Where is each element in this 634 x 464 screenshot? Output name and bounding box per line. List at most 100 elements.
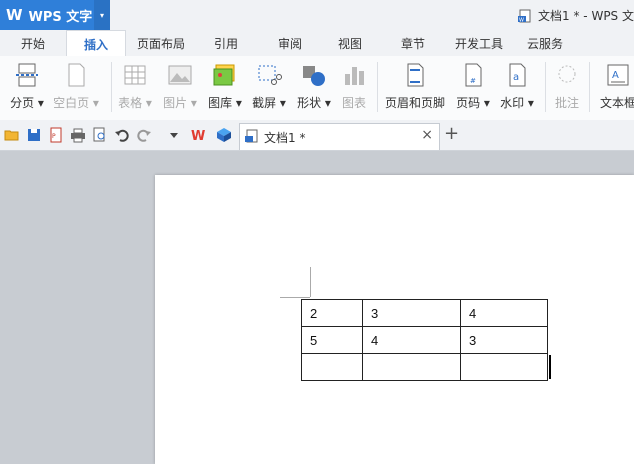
gallery-label: 图库 ▾ xyxy=(208,96,242,110)
wps-app-button[interactable]: W WPS 文字 ▾ xyxy=(0,0,110,30)
tab-home[interactable]: 开始 xyxy=(10,30,56,56)
tab-page-layout[interactable]: 页面布局 xyxy=(134,30,188,56)
tab-view[interactable]: 视图 xyxy=(330,30,370,56)
table-cell[interactable]: 3 xyxy=(362,299,461,327)
textbox-label: 文本框 xyxy=(599,96,634,110)
gallery-button[interactable]: 图库 ▾ xyxy=(205,62,245,114)
watermark-button[interactable]: a 水印 ▾ xyxy=(497,62,537,114)
page-number-button[interactable]: # 页码 ▾ xyxy=(453,62,493,114)
ribbon: 分页 ▾ 空白页 ▾ 表格 ▾ 图片 ▾ 图库 ▾ 截屏 ▾ 形状 ▾ 图表 页… xyxy=(0,56,634,121)
table-cell[interactable]: 3 xyxy=(460,326,548,354)
document-tab-label: 文档1 * xyxy=(264,131,306,145)
blank-page-label: 空白页 ▾ xyxy=(53,96,99,110)
header-footer-button[interactable]: 页眉和页脚 xyxy=(383,62,447,114)
header-footer-icon xyxy=(407,63,424,87)
svg-text:W: W xyxy=(519,17,524,23)
document-workspace[interactable]: 2 3 4 5 4 3 xyxy=(0,151,634,464)
table-cell[interactable] xyxy=(362,353,461,381)
document-icon: W xyxy=(518,9,531,23)
picture-label: 图片 ▾ xyxy=(163,96,197,110)
tab-chapter[interactable]: 章节 xyxy=(393,30,433,56)
table-cell[interactable] xyxy=(460,353,548,381)
quick-access-toolbar: P W 文档1 * × + xyxy=(0,120,634,151)
text-cursor xyxy=(549,355,551,379)
textbox-button[interactable]: A 文本框 xyxy=(596,62,634,114)
screenshot-icon xyxy=(258,65,282,85)
blank-page-icon xyxy=(68,63,85,87)
table-icon xyxy=(124,65,146,85)
page-number-icon: # xyxy=(465,63,482,87)
shapes-icon xyxy=(303,66,325,86)
comment-icon xyxy=(558,65,576,83)
comment-label: 批注 xyxy=(554,96,579,110)
page-break-icon xyxy=(16,63,38,87)
menu-bar: 开始 插入 页面布局 引用 审阅 视图 章节 开发工具 云服务 xyxy=(0,30,634,58)
table-cell[interactable]: 4 xyxy=(460,299,548,327)
app-name: WPS 文字 xyxy=(28,9,93,25)
ribbon-separator xyxy=(545,62,546,112)
print-icon[interactable] xyxy=(70,127,86,143)
document-title: 文档1 * - WPS 文 xyxy=(538,9,634,23)
margin-marker xyxy=(310,267,311,297)
wps-logo-icon: W xyxy=(6,6,23,24)
blank-page-button[interactable]: 空白页 ▾ xyxy=(50,62,102,114)
table-button[interactable]: 表格 ▾ xyxy=(116,62,154,114)
margin-marker xyxy=(280,297,310,298)
svg-text:A: A xyxy=(612,70,619,81)
table-cell[interactable]: 4 xyxy=(362,326,461,354)
redo-icon[interactable] xyxy=(136,127,152,143)
header-footer-label: 页眉和页脚 xyxy=(384,96,445,110)
ribbon-separator xyxy=(589,62,590,112)
undo-icon[interactable] xyxy=(114,127,130,143)
textbox-icon: A xyxy=(607,64,629,86)
open-folder-icon[interactable] xyxy=(4,127,20,143)
close-tab-icon[interactable]: × xyxy=(421,127,433,143)
screenshot-label: 截屏 ▾ xyxy=(252,96,286,110)
wps-home-icon[interactable]: W xyxy=(190,127,206,143)
document-tab[interactable]: 文档1 * × xyxy=(239,123,440,150)
svg-text:a: a xyxy=(513,72,519,83)
picture-icon xyxy=(168,65,192,85)
table-row xyxy=(301,353,548,381)
ribbon-separator xyxy=(111,62,112,112)
cloud-cube-icon[interactable] xyxy=(216,127,232,143)
document-icon xyxy=(245,129,258,143)
customize-toolbar-dropdown-icon[interactable] xyxy=(166,127,182,143)
page-break-button[interactable]: 分页 ▾ xyxy=(6,62,48,114)
ribbon-separator xyxy=(377,62,378,112)
page-number-label: 页码 ▾ xyxy=(456,96,490,110)
print-preview-icon[interactable] xyxy=(92,127,108,143)
comment-button[interactable]: 批注 xyxy=(550,62,584,114)
document-table[interactable]: 2 3 4 5 4 3 xyxy=(301,299,548,381)
table-row: 2 3 4 xyxy=(301,299,548,327)
screenshot-button[interactable]: 截屏 ▾ xyxy=(250,62,288,114)
shapes-button[interactable]: 形状 ▾ xyxy=(295,62,333,114)
new-tab-button[interactable]: + xyxy=(444,123,459,144)
tab-references[interactable]: 引用 xyxy=(206,30,246,56)
picture-button[interactable]: 图片 ▾ xyxy=(160,62,200,114)
app-menu-dropdown[interactable]: ▾ xyxy=(94,0,110,30)
tab-insert[interactable]: 插入 xyxy=(66,30,126,58)
tab-review[interactable]: 审阅 xyxy=(270,30,310,56)
gallery-icon xyxy=(213,64,235,86)
table-cell[interactable] xyxy=(301,353,363,381)
tab-cloud-services[interactable]: 云服务 xyxy=(522,30,568,56)
table-cell[interactable]: 5 xyxy=(301,326,363,354)
svg-text:P: P xyxy=(52,133,56,140)
page-break-label: 分页 ▾ xyxy=(10,96,44,110)
chart-button[interactable]: 图表 xyxy=(338,62,370,114)
export-pdf-icon[interactable]: P xyxy=(48,127,64,143)
table-label: 表格 ▾ xyxy=(118,96,152,110)
save-icon[interactable] xyxy=(26,127,42,143)
document-page[interactable]: 2 3 4 5 4 3 xyxy=(155,175,634,464)
window-title: W 文档1 * - WPS 文 xyxy=(518,7,634,24)
table-cell[interactable]: 2 xyxy=(301,299,363,327)
svg-text:W: W xyxy=(191,129,205,143)
watermark-label: 水印 ▾ xyxy=(500,96,534,110)
title-bar: W WPS 文字 ▾ W 文档1 * - WPS 文 xyxy=(0,0,634,30)
table-row: 5 4 3 xyxy=(301,326,548,354)
watermark-icon: a xyxy=(509,63,526,87)
svg-text:#: # xyxy=(470,77,476,85)
shapes-label: 形状 ▾ xyxy=(297,96,331,110)
tab-developer[interactable]: 开发工具 xyxy=(450,30,508,56)
